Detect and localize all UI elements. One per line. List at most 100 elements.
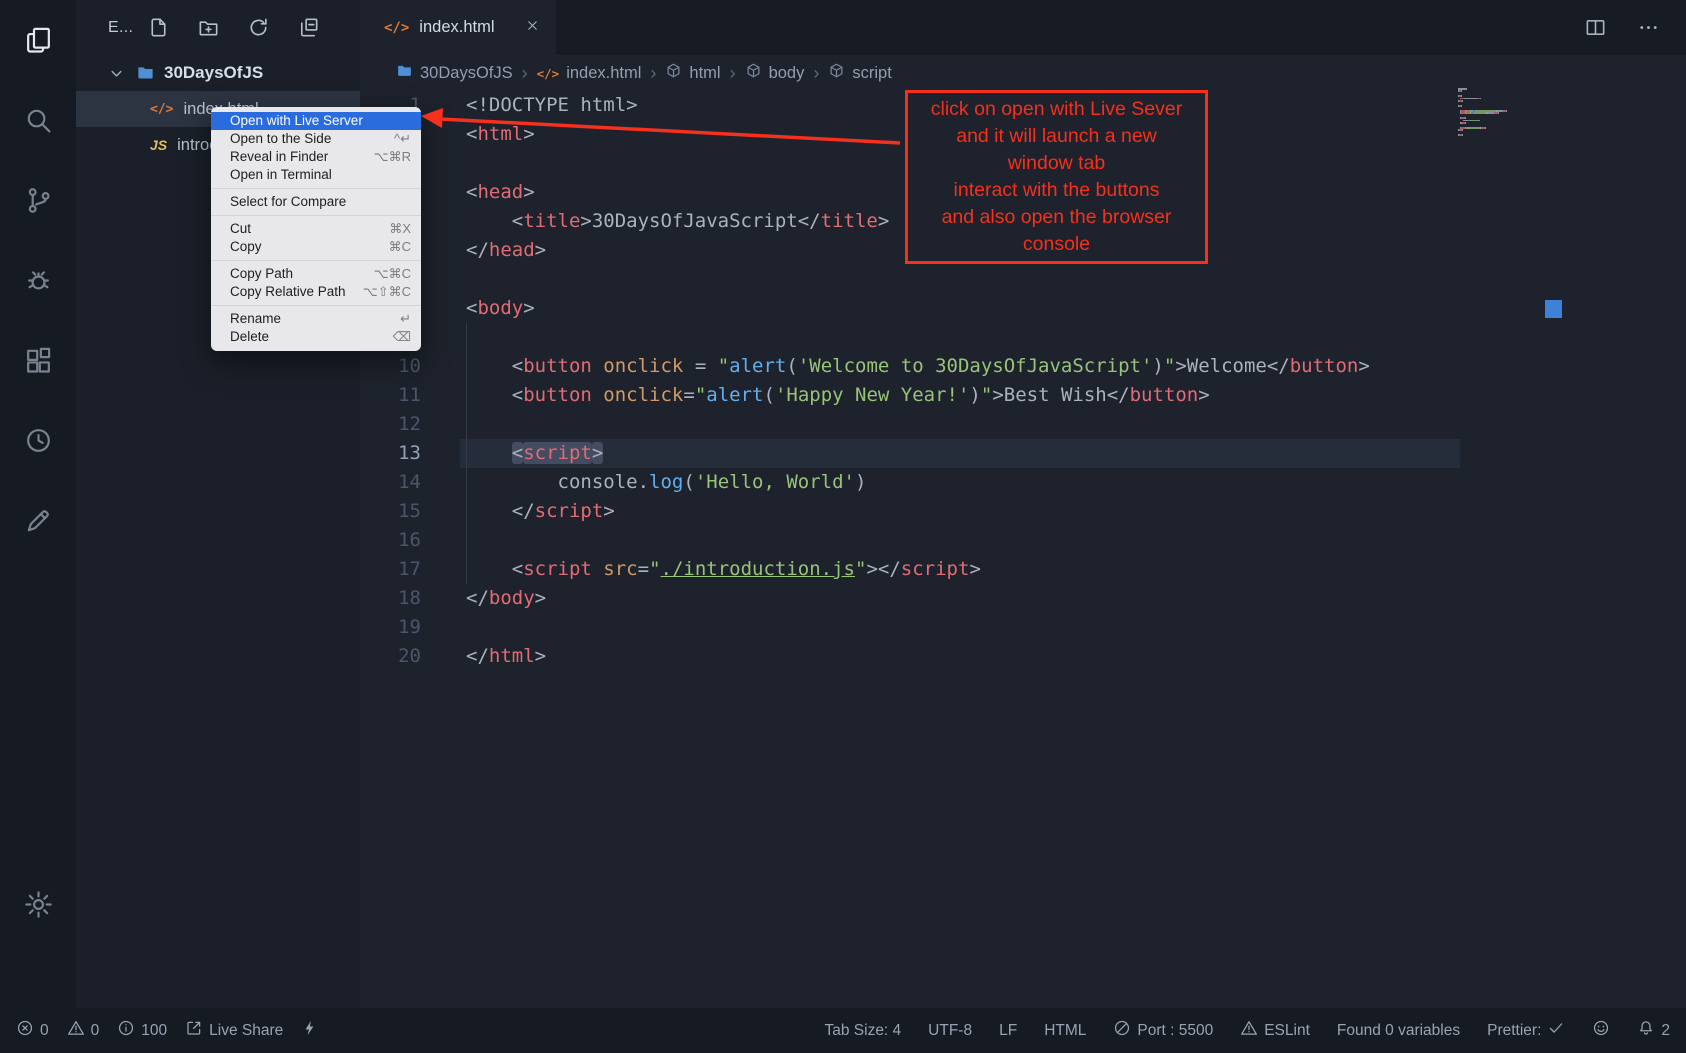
breadcrumb: 30DaysOfJS›</>index.html›html›body›scrip…: [360, 55, 1686, 91]
activity-explorer-icon[interactable]: [0, 0, 76, 80]
code-line-20[interactable]: 20</html>: [360, 642, 1686, 671]
tree-folder-30daysofjs[interactable]: 30DaysOfJS: [76, 55, 360, 91]
status-2[interactable]: 2: [1637, 1019, 1670, 1042]
code-line-15[interactable]: 15 </script>: [360, 497, 1686, 526]
port-icon: [1113, 1019, 1131, 1042]
activity-extensions-icon[interactable]: [0, 320, 76, 400]
annotation-text-line: window tab: [910, 150, 1203, 177]
status-tab-size-4[interactable]: Tab Size: 4: [824, 1022, 901, 1040]
code-line-18[interactable]: 18</body>: [360, 584, 1686, 613]
code-token: [592, 558, 603, 580]
menu-item-shortcut: ^↵: [394, 130, 411, 148]
code-line-17[interactable]: 17 <script src="./introduction.js"></scr…: [360, 555, 1686, 584]
annotation-text-line: and also open the browser: [910, 204, 1203, 231]
code-text: </script>: [421, 497, 615, 526]
activity-history-icon[interactable]: [0, 400, 76, 480]
menu-item-label: Copy Path: [230, 265, 293, 283]
code-token: script: [535, 500, 604, 522]
tab-title: index.html: [419, 18, 494, 37]
menu-separator: [211, 260, 421, 261]
minimap-line: [1458, 132, 1544, 134]
code-token: >: [523, 181, 534, 203]
menu-item-open-in-terminal[interactable]: Open in Terminal: [211, 166, 421, 184]
code-line-7[interactable]: 7: [360, 265, 1686, 294]
breadcrumb-item-index-html[interactable]: </>index.html: [537, 64, 642, 83]
menu-item-delete[interactable]: Delete⌫: [211, 328, 421, 346]
code-line-9[interactable]: 9: [360, 323, 1686, 352]
status-utf-8[interactable]: UTF-8: [928, 1022, 972, 1040]
activity-bar: [0, 0, 76, 1008]
breadcrumb-item-script[interactable]: script: [828, 62, 891, 84]
status-0[interactable]: 0: [16, 1019, 49, 1042]
js-file-icon: JS: [150, 137, 167, 153]
menu-item-copy-relative-path[interactable]: Copy Relative Path⌥⇧⌘C: [211, 283, 421, 301]
symbol-cube-icon: [745, 62, 762, 84]
code-line-12[interactable]: 12: [360, 410, 1686, 439]
close-icon[interactable]: [525, 18, 540, 38]
code-text: <head>: [421, 178, 535, 207]
breadcrumb-label: html: [689, 64, 720, 83]
code-token: <: [512, 442, 523, 464]
tab-index-html[interactable]: </> index.html: [360, 0, 556, 55]
activity-search-icon[interactable]: [0, 80, 76, 160]
more-actions-icon[interactable]: [1637, 16, 1660, 39]
status-100[interactable]: 100: [117, 1019, 167, 1042]
line-number: 20: [360, 642, 421, 671]
line-number: 14: [360, 468, 421, 497]
refresh-icon[interactable]: [247, 16, 270, 39]
code-token: ": [981, 384, 992, 406]
status-live-share[interactable]: Live Share: [185, 1019, 283, 1042]
code-text: [421, 410, 466, 439]
code-line-19[interactable]: 19: [360, 613, 1686, 642]
code-line-14[interactable]: 14 console.log('Hello, World'): [360, 468, 1686, 497]
new-folder-icon[interactable]: [197, 16, 220, 39]
status-html[interactable]: HTML: [1044, 1022, 1086, 1040]
status-eslint[interactable]: ESLint: [1240, 1019, 1310, 1042]
status-0[interactable]: 0: [67, 1019, 100, 1042]
code-token: </: [466, 500, 535, 522]
code-text: <title>30DaysOfJavaScript</title>: [421, 207, 889, 236]
code-line-11[interactable]: 11 <button onclick="alert('Happy New Yea…: [360, 381, 1686, 410]
menu-item-rename[interactable]: Rename↵: [211, 310, 421, 328]
vscode-window: E... 30DaysOfJS </>index.htmlJSintroduct…: [0, 0, 1686, 1053]
info-icon: [117, 1019, 135, 1042]
code-text: </html>: [421, 642, 546, 671]
sidebar-toolbar: [147, 16, 338, 39]
menu-item-reveal-in-finder[interactable]: Reveal in Finder⌥⌘R: [211, 148, 421, 166]
status-label: ESLint: [1264, 1022, 1310, 1040]
breadcrumb-item-html[interactable]: html: [665, 62, 720, 84]
status-found-0-variables[interactable]: Found 0 variables: [1337, 1022, 1460, 1040]
breadcrumb-item-body[interactable]: body: [745, 62, 805, 84]
activity-settings-icon[interactable]: [0, 880, 76, 928]
minimap-line: [1458, 127, 1544, 129]
code-line-8[interactable]: 8<body>: [360, 294, 1686, 323]
menu-item-copy-path[interactable]: Copy Path⌥⌘C: [211, 265, 421, 283]
menu-item-shortcut: ⌫: [393, 328, 411, 346]
breadcrumb-item-30daysofjs[interactable]: 30DaysOfJS: [396, 62, 513, 84]
collapse-all-icon[interactable]: [297, 16, 320, 39]
code-text: </body>: [421, 584, 546, 613]
code-line-10[interactable]: 10 <button onclick = "alert('Welcome to …: [360, 352, 1686, 381]
new-file-icon[interactable]: [147, 16, 170, 39]
status-flash[interactable]: [301, 1019, 319, 1042]
activity-debug-icon[interactable]: [0, 240, 76, 320]
menu-item-select-for-compare[interactable]: Select for Compare: [211, 193, 421, 211]
menu-item-open-to-the-side[interactable]: Open to the Side^↵: [211, 130, 421, 148]
annotation-text-line: and it will launch a new: [910, 123, 1203, 150]
menu-item-copy[interactable]: Copy⌘C: [211, 238, 421, 256]
split-editor-icon[interactable]: [1584, 16, 1607, 39]
code-line-16[interactable]: 16: [360, 526, 1686, 555]
chevron-down-icon: [107, 64, 126, 83]
status-port-5500[interactable]: Port : 5500: [1113, 1019, 1213, 1042]
code-token: >: [535, 239, 546, 261]
minimap[interactable]: [1458, 88, 1544, 137]
code-line-13[interactable]: 13 <script>: [360, 439, 1686, 468]
status-lf[interactable]: LF: [999, 1022, 1017, 1040]
activity-source-control-icon[interactable]: [0, 160, 76, 240]
menu-item-open-with-live-server[interactable]: Open with Live Server: [211, 112, 421, 130]
menu-item-cut[interactable]: Cut⌘X: [211, 220, 421, 238]
status-smiley[interactable]: [1592, 1019, 1610, 1042]
annotation-text-line: console: [910, 231, 1203, 258]
activity-feedback-icon[interactable]: [0, 480, 76, 560]
status-prettier[interactable]: Prettier:: [1487, 1019, 1565, 1042]
